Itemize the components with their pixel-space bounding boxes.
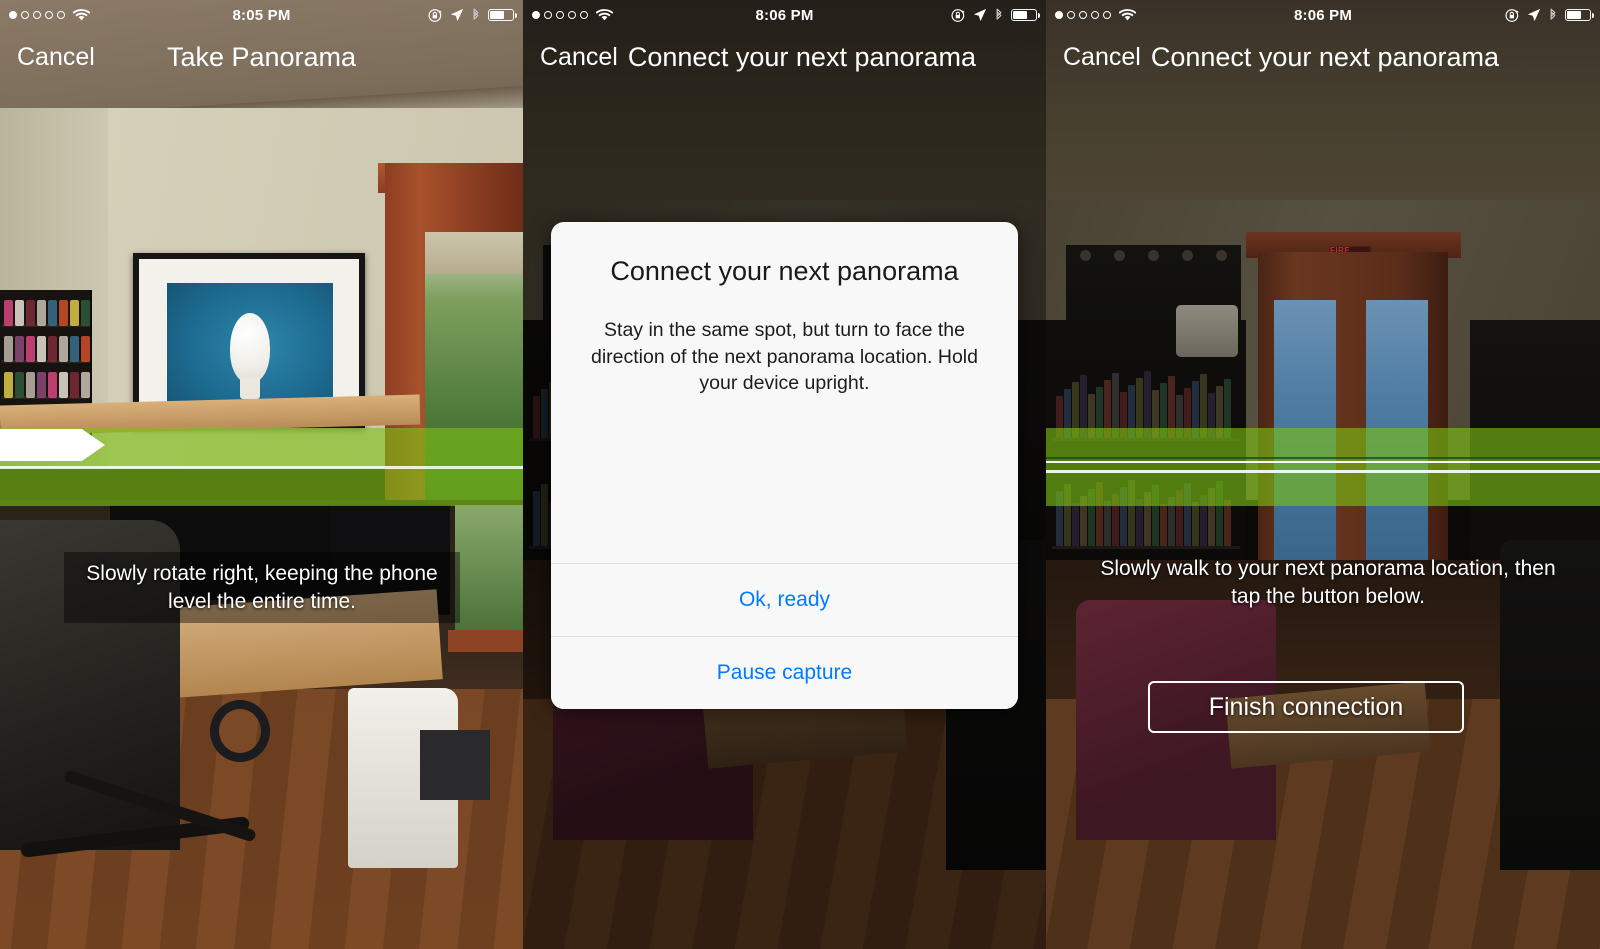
status-bar: 8:05 PM [0,0,523,30]
status-bar: 8:06 PM [523,0,1046,30]
horizon-guide-line-b [1046,470,1600,473]
dialog-message: Stay in the same spot, but turn to face … [591,319,978,395]
screenshot-triptych: 8:05 PM Cancel Take Panorama Slowly rota… [0,0,1600,949]
page-title: Connect your next panorama [1150,42,1500,72]
finish-connection-button[interactable]: Finish connection [1148,681,1464,733]
horizon-guide-line-a [1046,461,1600,463]
old-monitor [1176,305,1238,357]
status-bar: 8:06 PM [1046,0,1600,30]
battery-icon [488,9,518,21]
panel-connect-dialog: FIRE EXIT [523,0,1046,949]
cancel-button[interactable]: Cancel [1063,43,1141,72]
panel-take-panorama: 8:05 PM Cancel Take Panorama Slowly rota… [0,0,523,949]
rotation-lock-icon [428,8,443,23]
dialog-title: Connect your next panorama [610,256,959,286]
panel-walk-to-next: FIRE EXIT [1046,0,1600,949]
navigation-bar: Cancel Connect your next panorama [523,30,1046,85]
window-blind [425,232,523,274]
battery-icon [1565,9,1595,21]
status-time: 8:06 PM [755,6,814,24]
navigation-bar: Cancel Connect your next panorama [1046,30,1600,85]
window-sill [448,630,523,652]
rotation-lock-icon [1505,8,1520,23]
page-title: Connect your next panorama [627,42,977,72]
connect-panorama-dialog: Connect your next panorama Stay in the s… [551,222,1018,709]
horizon-guide-line [0,466,523,469]
dialog-body: Connect your next panorama Stay in the s… [551,222,1018,563]
rotation-lock-icon [951,8,966,23]
camera-viewfinder-3: FIRE EXIT [1046,0,1600,949]
navigation-bar: Cancel Take Panorama [0,30,523,85]
horizon-guide-top [1046,457,1600,459]
bulb-sculpture [230,313,270,383]
page-title: Take Panorama [166,42,357,72]
instruction-caption: Slowly walk to your next panorama locati… [1100,557,1556,608]
pause-capture-button[interactable]: Pause capture [551,636,1018,709]
status-time: 8:05 PM [232,6,291,24]
cancel-button[interactable]: Cancel [540,43,618,72]
lower-window [455,505,523,645]
ok-ready-button[interactable]: Ok, ready [551,563,1018,636]
scanner [420,730,490,800]
instruction-caption: Slowly rotate right, keeping the phone l… [64,552,460,624]
battery-icon [1011,9,1041,21]
headphones [210,700,270,762]
camera-viewfinder-1 [0,0,523,949]
